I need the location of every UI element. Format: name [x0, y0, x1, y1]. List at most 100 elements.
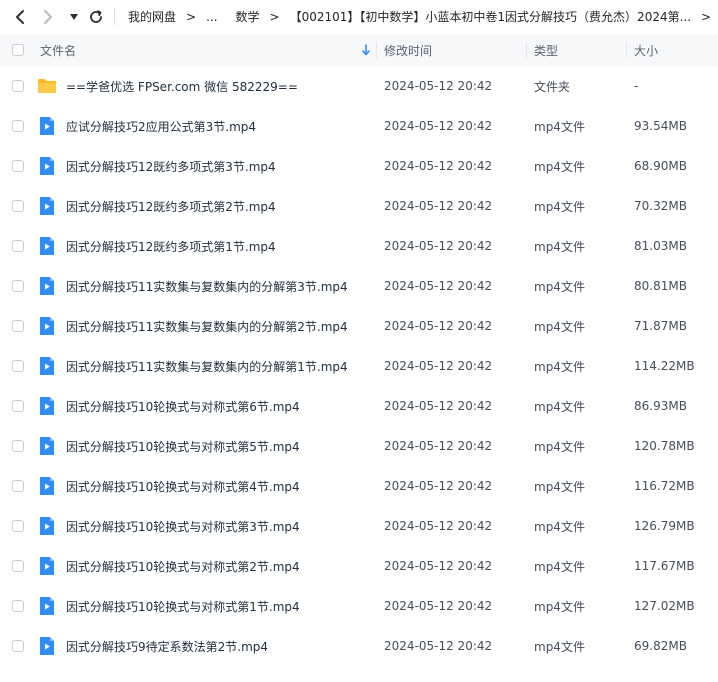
breadcrumb-separator-icon: > — [186, 9, 197, 24]
file-size: 127.02MB — [634, 599, 695, 613]
row-checkbox[interactable] — [12, 120, 24, 132]
file-type: mp4文件 — [534, 599, 585, 614]
column-type-header[interactable]: 类型 — [534, 34, 558, 66]
file-name[interactable]: 因式分解技巧11实数集与复数集内的分解第2节.mp4 — [66, 306, 348, 346]
file-row[interactable]: 因式分解技巧11实数集与复数集内的分解第2节.mp4 2024-05-12 20:… — [0, 306, 718, 346]
file-row[interactable]: 因式分解技巧12既约多项式第1节.mp4 2024-05-12 20:42 mp4文… — [0, 226, 718, 266]
toolbar: 我的网盘 > ... 数学 > 【002101】【初中数学】小蓝本初中卷1因式分… — [0, 0, 718, 33]
file-size: 69.82MB — [634, 639, 687, 653]
video-file-icon — [37, 116, 57, 136]
file-row[interactable]: 因式分解技巧12既约多项式第3节.mp4 2024-05-12 20:42 mp4文… — [0, 146, 718, 186]
file-row[interactable]: 因式分解技巧10轮换式与对称式第3节.mp4 2024-05-12 20:42 mp… — [0, 506, 718, 546]
history-dropdown-button[interactable] — [62, 0, 86, 33]
scrollbar[interactable] — [712, 34, 718, 682]
video-file-icon — [37, 396, 57, 416]
file-size: 71.87MB — [634, 319, 687, 333]
file-row[interactable]: 因式分解技巧11实数集与复数集内的分解第3节.mp4 2024-05-12 20:… — [0, 266, 718, 306]
breadcrumb-separator-icon: > — [269, 9, 280, 24]
video-file-icon — [37, 356, 57, 376]
breadcrumb-ellipsis[interactable]: ... — [204, 10, 219, 24]
refresh-button[interactable] — [84, 0, 108, 33]
column-time-header[interactable]: 修改时间 — [384, 34, 432, 66]
file-name[interactable]: ==学爸优选 FPSer.com 微信 582229== — [66, 66, 298, 106]
file-row[interactable]: 因式分解技巧11实数集与复数集内的分解第1节.mp4 2024-05-12 20:… — [0, 346, 718, 386]
row-checkbox[interactable] — [12, 480, 24, 492]
row-checkbox[interactable] — [12, 240, 24, 252]
row-checkbox[interactable] — [12, 440, 24, 452]
file-name[interactable]: 因式分解技巧9待定系数法第2节.mp4 — [66, 626, 268, 666]
file-type: mp4文件 — [534, 519, 585, 534]
file-modified-time: 2024-05-12 20:42 — [384, 119, 493, 133]
file-name[interactable]: 因式分解技巧11实数集与复数集内的分解第1节.mp4 — [66, 346, 348, 386]
file-type: 文件夹 — [534, 79, 571, 94]
video-file-icon — [37, 476, 57, 496]
file-type: mp4文件 — [534, 359, 585, 374]
video-file-icon — [37, 516, 57, 536]
chevron-left-icon — [16, 9, 24, 24]
file-name[interactable]: 因式分解技巧10轮换式与对称式第4节.mp4 — [66, 466, 300, 506]
file-type: mp4文件 — [534, 119, 585, 134]
file-row[interactable]: 因式分解技巧10轮换式与对称式第4节.mp4 2024-05-12 20:42 mp… — [0, 466, 718, 506]
video-file-icon — [37, 596, 57, 616]
row-checkbox[interactable] — [12, 600, 24, 612]
file-name[interactable]: 因式分解技巧10轮换式与对称式第6节.mp4 — [66, 386, 300, 426]
file-type: mp4文件 — [534, 399, 585, 414]
file-row[interactable]: 因式分解技巧10轮换式与对称式第5节.mp4 2024-05-12 20:42 mp… — [0, 426, 718, 466]
file-size: 81.03MB — [634, 239, 687, 253]
row-checkbox[interactable] — [12, 280, 24, 292]
file-name[interactable]: 因式分解技巧12既约多项式第1节.mp4 — [66, 226, 276, 266]
row-checkbox[interactable] — [12, 80, 24, 92]
file-type: mp4文件 — [534, 479, 585, 494]
chevron-right-icon — [44, 9, 52, 24]
select-all-checkbox[interactable] — [12, 44, 24, 56]
video-file-icon — [37, 276, 57, 296]
file-list-header: 文件名 修改时间 类型 大小 — [0, 34, 718, 66]
file-type: mp4文件 — [534, 559, 585, 574]
row-checkbox[interactable] — [12, 200, 24, 212]
file-row[interactable]: 应试分解技巧2应用公式第3节.mp4 2024-05-12 20:42 mp4文件 9… — [0, 106, 718, 146]
breadcrumb-level1[interactable]: 数学 — [234, 8, 262, 25]
row-checkbox[interactable] — [12, 640, 24, 652]
row-checkbox[interactable] — [12, 160, 24, 172]
caret-down-icon — [70, 13, 78, 20]
file-name[interactable]: 因式分解技巧12既约多项式第2节.mp4 — [66, 186, 276, 226]
file-size: 114.22MB — [634, 359, 695, 373]
file-row[interactable]: 因式分解技巧10轮换式与对称式第1节.mp4 2024-05-12 20:42 mp… — [0, 586, 718, 626]
breadcrumb-separator-icon: > — [701, 9, 712, 24]
column-size-header[interactable]: 大小 — [634, 34, 658, 66]
video-file-icon — [37, 436, 57, 456]
file-modified-time: 2024-05-12 20:42 — [384, 319, 493, 333]
file-name[interactable]: 因式分解技巧10轮换式与对称式第3节.mp4 — [66, 506, 300, 546]
video-file-icon — [37, 556, 57, 576]
file-row[interactable]: 因式分解技巧10轮换式与对称式第2节.mp4 2024-05-12 20:42 mp… — [0, 546, 718, 586]
row-checkbox[interactable] — [12, 320, 24, 332]
sort-arrow-down-icon[interactable] — [361, 34, 371, 66]
back-button[interactable] — [8, 0, 32, 33]
file-modified-time: 2024-05-12 20:42 — [384, 399, 493, 413]
file-name[interactable]: 因式分解技巧12既约多项式第3节.mp4 — [66, 146, 276, 186]
file-type: mp4文件 — [534, 319, 585, 334]
row-checkbox[interactable] — [12, 560, 24, 572]
file-name[interactable]: 因式分解技巧10轮换式与对称式第2节.mp4 — [66, 546, 300, 586]
file-modified-time: 2024-05-12 20:42 — [384, 279, 493, 293]
breadcrumb-current[interactable]: 【002101】【初中数学】小蓝本初中卷1因式分解技巧（费允杰）2024第... — [288, 8, 693, 25]
video-file-icon — [37, 156, 57, 176]
row-checkbox[interactable] — [12, 520, 24, 532]
file-modified-time: 2024-05-12 20:42 — [384, 439, 493, 453]
forward-button[interactable] — [36, 0, 60, 33]
toolbar-divider — [114, 9, 115, 25]
file-name[interactable]: 因式分解技巧10轮换式与对称式第1节.mp4 — [66, 586, 300, 626]
file-name[interactable]: 因式分解技巧11实数集与复数集内的分解第3节.mp4 — [66, 266, 348, 306]
file-row[interactable]: 因式分解技巧12既约多项式第2节.mp4 2024-05-12 20:42 mp4文… — [0, 186, 718, 226]
file-name[interactable]: 因式分解技巧10轮换式与对称式第5节.mp4 — [66, 426, 300, 466]
file-row[interactable]: 因式分解技巧10轮换式与对称式第6节.mp4 2024-05-12 20:42 mp… — [0, 386, 718, 426]
breadcrumb-root[interactable]: 我的网盘 — [126, 8, 178, 25]
file-name[interactable]: 应试分解技巧2应用公式第3节.mp4 — [66, 106, 256, 146]
file-size: 86.93MB — [634, 399, 687, 413]
file-row[interactable]: 因式分解技巧9待定系数法第2节.mp4 2024-05-12 20:42 mp4文件… — [0, 626, 718, 666]
file-size: 80.81MB — [634, 279, 687, 293]
file-row[interactable]: ==学爸优选 FPSer.com 微信 582229== 2024-05-12 2… — [0, 66, 718, 106]
row-checkbox[interactable] — [12, 360, 24, 372]
column-name-header[interactable]: 文件名 — [40, 34, 76, 66]
row-checkbox[interactable] — [12, 400, 24, 412]
